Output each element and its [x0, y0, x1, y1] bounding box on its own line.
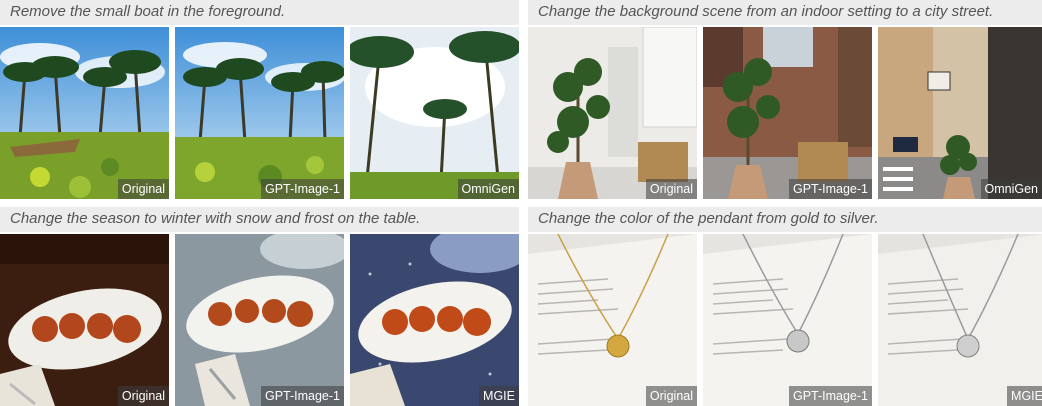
- edit-example-winter-season: Change the season to winter with snow an…: [0, 207, 519, 406]
- method-label: GPT-Image-1: [260, 386, 344, 406]
- omnigen-result: OmniGen: [878, 27, 1042, 199]
- omnigen-result: OmniGen: [350, 27, 519, 199]
- mgie-result: MGIE: [350, 234, 519, 406]
- image-row: Original GPT-Image-1 OmniGen: [0, 27, 519, 199]
- method-label: GPT-Image-1: [788, 179, 872, 199]
- gpt-image-1-result: GPT-Image-1: [175, 27, 344, 199]
- method-label: Original: [645, 179, 697, 199]
- method-label: GPT-Image-1: [788, 386, 872, 406]
- mgie-result: MGIE: [878, 234, 1042, 406]
- instruction-caption: Remove the small boat in the foreground.: [0, 0, 519, 25]
- method-label: MGIE: [1007, 386, 1042, 406]
- gpt-image-1-result: GPT-Image-1: [703, 27, 872, 199]
- edit-example-background-change: Change the background scene from an indo…: [528, 0, 1042, 199]
- image-row: Original GPT-Image-1: [0, 234, 519, 406]
- original-image: Original: [0, 27, 169, 199]
- gpt-image-1-result: GPT-Image-1: [703, 234, 872, 406]
- method-label: Original: [117, 179, 169, 199]
- method-label: GPT-Image-1: [260, 179, 344, 199]
- method-label: OmniGen: [457, 179, 519, 199]
- gpt-image-1-result: GPT-Image-1: [175, 234, 344, 406]
- original-image: Original: [0, 234, 169, 406]
- image-row: Original GPT-Image-1: [528, 234, 1042, 406]
- instruction-caption: Change the season to winter with snow an…: [0, 207, 519, 232]
- comparison-figure: Remove the small boat in the foreground.: [0, 0, 1042, 406]
- instruction-caption: Change the color of the pendant from gol…: [528, 207, 1042, 232]
- image-row: Original GPT-Image-1: [528, 27, 1042, 199]
- method-label: MGIE: [479, 386, 519, 406]
- edit-example-pendant-color: Change the color of the pendant from gol…: [528, 207, 1042, 406]
- original-image: Original: [528, 27, 697, 199]
- instruction-caption: Change the background scene from an indo…: [528, 0, 1042, 25]
- method-label: Original: [645, 386, 697, 406]
- original-image: Original: [528, 234, 697, 406]
- method-label: OmniGen: [980, 179, 1042, 199]
- method-label: Original: [117, 386, 169, 406]
- edit-example-boat-removal: Remove the small boat in the foreground.: [0, 0, 519, 199]
